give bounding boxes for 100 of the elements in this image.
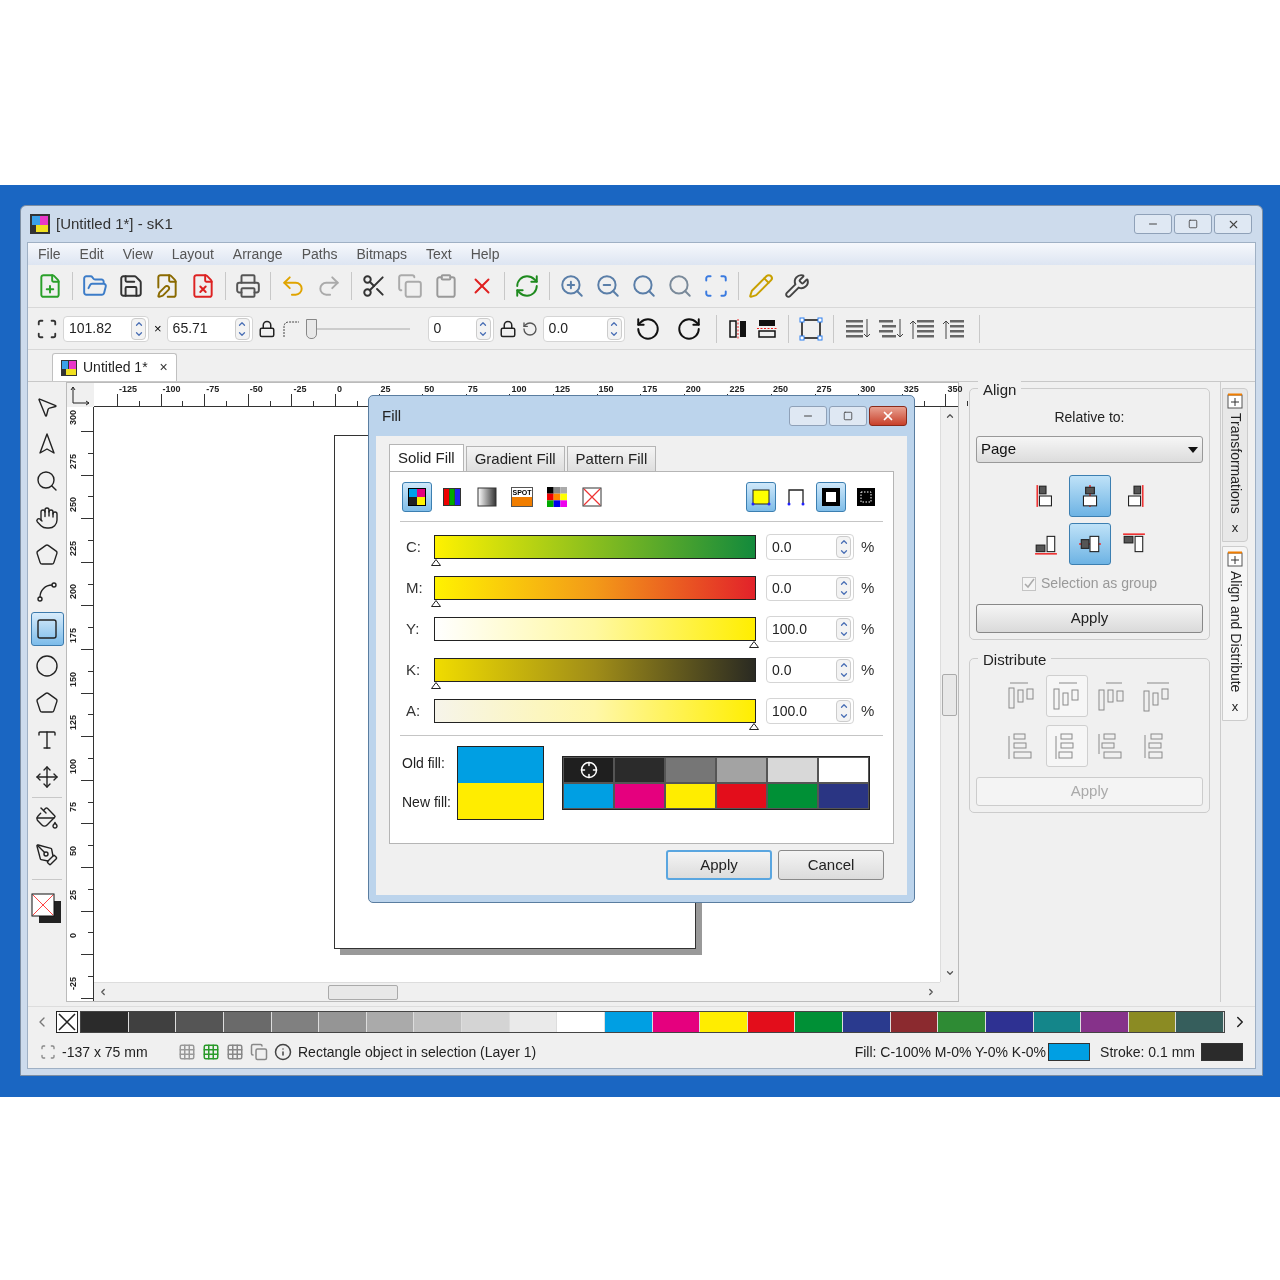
channel-slider[interactable]: [434, 576, 756, 607]
palette-swatch[interactable]: [700, 1011, 748, 1032]
menu-item[interactable]: View: [122, 243, 153, 265]
spinner-icon[interactable]: [606, 317, 622, 340]
radius-field[interactable]: 0: [427, 315, 494, 342]
slider-thumb[interactable]: [749, 641, 759, 648]
scroll-thumb[interactable]: [328, 984, 398, 1000]
scroll-left-icon[interactable]: [98, 987, 108, 997]
menu-item[interactable]: Text: [426, 243, 452, 265]
maximize-button[interactable]: [1174, 214, 1212, 234]
spinner-icon[interactable]: [836, 659, 851, 681]
fill-target-button[interactable]: [816, 481, 846, 512]
palette-swatch[interactable]: [557, 1011, 605, 1032]
angle-field[interactable]: 0.0: [542, 315, 625, 342]
document-tab[interactable]: Untitled 1* ×: [52, 353, 177, 381]
palette-swatch[interactable]: [747, 1011, 796, 1032]
channel-slider[interactable]: [434, 699, 756, 730]
close-button[interactable]: [869, 406, 907, 426]
menu-item[interactable]: Layout: [171, 243, 214, 265]
tab-close[interactable]: x: [1231, 517, 1239, 538]
palette-swatch[interactable]: [1033, 1011, 1082, 1032]
side-tab[interactable]: Transformations x: [1222, 388, 1248, 543]
slider-thumb[interactable]: [431, 559, 441, 566]
dialog-tab[interactable]: Gradient Fill: [465, 446, 565, 471]
palette-swatch[interactable]: [890, 1011, 939, 1032]
dialog-button[interactable]: Apply: [666, 850, 772, 880]
palette-swatch[interactable]: [271, 1011, 320, 1032]
side-tab[interactable]: Align and Distribute x: [1222, 546, 1248, 722]
palette-swatch[interactable]: [319, 1011, 367, 1032]
channel-value-field[interactable]: 100.0: [766, 698, 854, 724]
color-swatch[interactable]: [716, 783, 767, 809]
fill-stroke-indicator-icon[interactable]: [31, 893, 63, 925]
palette-swatch[interactable]: [223, 1011, 272, 1032]
color-swatch[interactable]: [563, 783, 614, 809]
palette-swatch[interactable]: [1128, 1011, 1177, 1032]
align-button[interactable]: [1068, 475, 1111, 517]
channel-value-field[interactable]: 0.0: [766, 657, 854, 683]
spinner-icon[interactable]: [836, 577, 851, 599]
scroll-right-icon[interactable]: [926, 987, 936, 997]
menu-item[interactable]: Help: [470, 243, 500, 265]
tab-close[interactable]: x: [1231, 696, 1239, 717]
menu-item[interactable]: File: [38, 243, 61, 265]
snap-object-icon[interactable]: [226, 1043, 244, 1061]
palette-swatch[interactable]: [652, 1011, 701, 1032]
vertical-scrollbar[interactable]: [940, 407, 958, 982]
palette-swatch[interactable]: [938, 1011, 986, 1032]
palette-swatch[interactable]: [176, 1011, 224, 1032]
palette-swatch[interactable]: [509, 1011, 558, 1032]
spinner-icon[interactable]: [836, 700, 851, 722]
snap-grid-icon[interactable]: [202, 1043, 220, 1061]
color-mode-button[interactable]: [402, 481, 432, 512]
palette-swatch[interactable]: [414, 1011, 462, 1032]
scroll-up-icon[interactable]: [944, 411, 955, 421]
dialog-button[interactable]: Cancel: [778, 850, 884, 880]
snap-page-icon[interactable]: [250, 1043, 268, 1061]
palette-swatch[interactable]: [843, 1011, 891, 1032]
menu-item[interactable]: Bitmaps: [356, 243, 408, 265]
lock-icon[interactable]: [498, 319, 517, 338]
palette-swatch[interactable]: [1081, 1011, 1129, 1032]
height-field[interactable]: 65.71: [166, 315, 253, 342]
rectangle-icon[interactable]: [30, 612, 64, 646]
color-swatch[interactable]: [818, 757, 869, 783]
horizontal-scrollbar[interactable]: [94, 982, 940, 1001]
color-swatch[interactable]: [818, 783, 869, 809]
dialog-tab[interactable]: Pattern Fill: [566, 446, 657, 471]
slider-thumb[interactable]: [305, 318, 317, 339]
color-swatch[interactable]: [716, 757, 767, 783]
width-field[interactable]: 101.82: [63, 315, 149, 342]
channel-slider[interactable]: [434, 617, 756, 648]
palette-swatch[interactable]: [128, 1011, 177, 1032]
spinner-icon[interactable]: [836, 618, 851, 640]
palette-swatch[interactable]: [604, 1011, 653, 1032]
channel-slider[interactable]: [434, 535, 756, 566]
channel-value-field[interactable]: 0.0: [766, 534, 854, 560]
channel-slider[interactable]: [434, 658, 756, 689]
menu-item[interactable]: Edit: [79, 243, 104, 265]
spinner-icon[interactable]: [131, 317, 146, 340]
palette-swatch[interactable]: [366, 1011, 415, 1032]
no-color-swatch[interactable]: [56, 1010, 78, 1033]
color-swatch[interactable]: [614, 783, 665, 809]
color-swatch[interactable]: [767, 757, 818, 783]
color-swatch[interactable]: [665, 757, 716, 783]
tab-close[interactable]: ×: [159, 357, 168, 378]
palette-swatch[interactable]: [462, 1011, 510, 1032]
menu-item[interactable]: Paths: [301, 243, 338, 265]
spinner-icon[interactable]: [475, 317, 491, 340]
palette-swatch[interactable]: [795, 1011, 843, 1032]
color-picker-swatch[interactable]: [563, 757, 614, 783]
slider-thumb[interactable]: [431, 600, 441, 607]
scroll-down-icon[interactable]: [944, 968, 955, 978]
slider-thumb[interactable]: [431, 682, 441, 689]
lock-icon[interactable]: [257, 319, 276, 338]
spinner-icon[interactable]: [836, 536, 851, 558]
channel-value-field[interactable]: 100.0: [766, 616, 854, 642]
slider-thumb[interactable]: [749, 723, 759, 730]
bounding-box-icon[interactable]: [797, 315, 824, 342]
palette-swatch[interactable]: [985, 1011, 1034, 1032]
align-apply-button[interactable]: Apply: [976, 604, 1203, 633]
channel-value-field[interactable]: 0.0: [766, 575, 854, 601]
relative-to-dropdown[interactable]: Page: [976, 436, 1203, 463]
